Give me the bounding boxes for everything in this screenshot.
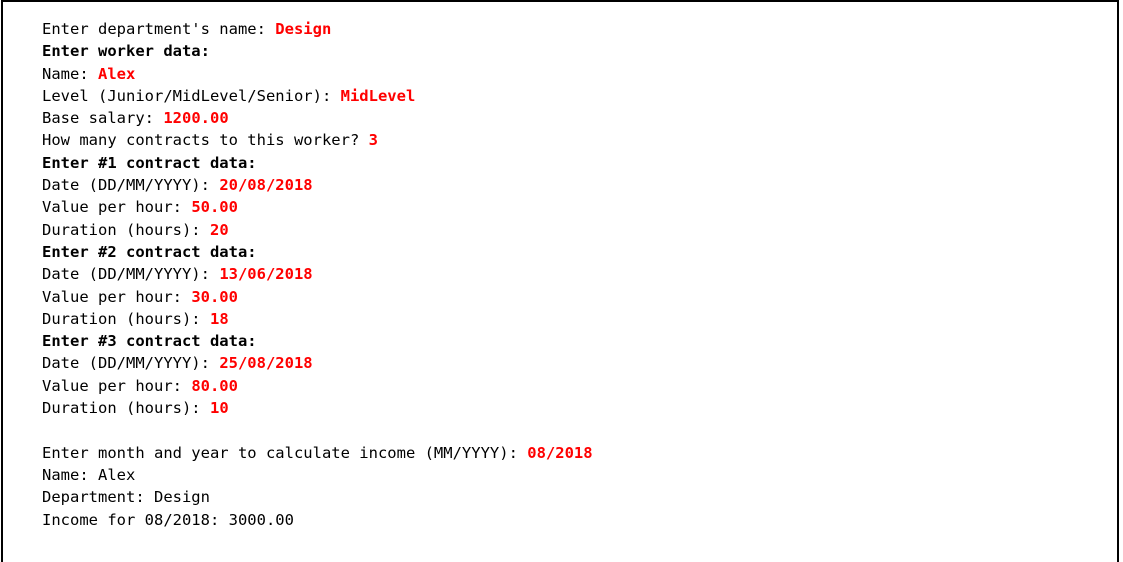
name-input-value: Alex <box>98 64 136 83</box>
value-per-hour-prompt: Value per hour: <box>42 198 192 217</box>
value-per-hour-input-value: 30.00 <box>191 287 238 306</box>
result-income-line: Income for 08/2018: 3000.00 <box>42 510 294 529</box>
name-prompt: Name: <box>42 64 98 83</box>
value-per-hour-prompt: Value per hour: <box>42 287 192 306</box>
value-per-hour-input-value: 80.00 <box>191 376 238 395</box>
date-input-value: 25/08/2018 <box>219 354 313 373</box>
contract-1-date-line: Date (DD/MM/YYYY): 20/08/2018 <box>42 174 593 196</box>
salary-input-value: 1200.00 <box>163 109 229 128</box>
department-input-value: Design <box>275 20 332 38</box>
contracts-count-prompt: How many contracts to this worker? <box>42 131 369 150</box>
console-output: Enter department's name: Design Enter wo… <box>42 18 593 531</box>
contract-2-date-line: Date (DD/MM/YYYY): 13/06/2018 <box>42 263 593 285</box>
contract-2-value-line: Value per hour: 30.00 <box>42 286 593 308</box>
duration-input-value: 20 <box>209 220 229 239</box>
result-name-line: Name: Alex <box>42 465 136 484</box>
console-window: Enter department's name: Design Enter wo… <box>1 0 1119 562</box>
department-prompt: Enter department's name: <box>42 20 276 38</box>
contract-1-header: Enter #1 contract data: <box>42 153 257 172</box>
month-prompt-line: Enter month and year to calculate income… <box>42 442 593 464</box>
duration-prompt: Duration (hours): <box>42 399 210 418</box>
month-year-input-value: 08/2018 <box>527 443 593 462</box>
duration-input-value: 10 <box>209 399 229 418</box>
value-per-hour-prompt: Value per hour: <box>42 376 192 395</box>
contract-3-date-line: Date (DD/MM/YYYY): 25/08/2018 <box>42 352 593 374</box>
value-per-hour-input-value: 50.00 <box>191 198 238 217</box>
date-input-value: 13/06/2018 <box>219 265 313 284</box>
salary-prompt: Base salary: <box>42 109 164 128</box>
contract-3-value-line: Value per hour: 80.00 <box>42 375 593 397</box>
worker-data-header: Enter worker data: <box>42 42 210 61</box>
level-input-value: MidLevel <box>340 86 416 105</box>
name-prompt-line: Name: Alex <box>42 63 593 85</box>
contracts-count-prompt-line: How many contracts to this worker? 3 <box>42 129 593 151</box>
date-prompt: Date (DD/MM/YYYY): <box>42 176 220 195</box>
contract-1-duration-line: Duration (hours): 20 <box>42 219 593 241</box>
duration-prompt: Duration (hours): <box>42 220 210 239</box>
contract-3-duration-line: Duration (hours): 10 <box>42 397 593 419</box>
month-year-prompt: Enter month and year to calculate income… <box>42 443 528 462</box>
date-prompt: Date (DD/MM/YYYY): <box>42 354 220 373</box>
department-prompt-line: Enter department's name: Design <box>42 18 593 40</box>
contract-2-duration-line: Duration (hours): 18 <box>42 308 593 330</box>
duration-prompt: Duration (hours): <box>42 309 210 328</box>
level-prompt: Level (Junior/MidLevel/Senior): <box>42 86 341 105</box>
contracts-count-input-value: 3 <box>368 131 378 150</box>
salary-prompt-line: Base salary: 1200.00 <box>42 107 593 129</box>
result-department-line: Department: Design <box>42 488 210 507</box>
duration-input-value: 18 <box>209 309 229 328</box>
date-input-value: 20/08/2018 <box>219 176 313 195</box>
contract-1-value-line: Value per hour: 50.00 <box>42 196 593 218</box>
contract-3-header: Enter #3 contract data: <box>42 332 257 351</box>
level-prompt-line: Level (Junior/MidLevel/Senior): MidLevel <box>42 85 593 107</box>
contract-2-header: Enter #2 contract data: <box>42 242 257 261</box>
date-prompt: Date (DD/MM/YYYY): <box>42 265 220 284</box>
